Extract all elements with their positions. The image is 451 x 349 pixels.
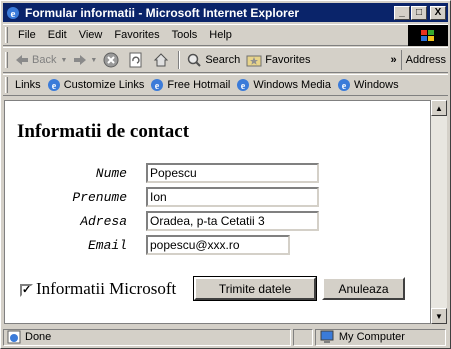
email-label: Email (87, 238, 127, 253)
status-bar: Done My Computer (3, 327, 448, 347)
address-label[interactable]: Address (400, 50, 448, 70)
ie-icon: e (5, 5, 21, 21)
refresh-button[interactable] (125, 49, 150, 71)
svg-text:e: e (11, 8, 16, 20)
page-done-icon (7, 330, 21, 344)
link-label: Windows (354, 79, 399, 91)
forward-button[interactable]: ▼ (70, 49, 100, 71)
informatii-microsoft-checkbox[interactable]: ✓ (20, 284, 33, 297)
home-icon (153, 52, 169, 68)
link-windows[interactable]: e Windows (334, 78, 402, 92)
status-text: Done (25, 331, 52, 343)
link-customize-links[interactable]: e Customize Links (44, 78, 148, 92)
menu-help[interactable]: Help (203, 29, 238, 41)
search-label: Search (205, 54, 241, 66)
scroll-down-button[interactable]: ▼ (431, 308, 447, 324)
link-label: Windows Media (253, 79, 331, 91)
links-bar: Links e Customize Links e Free Hotmail e… (3, 74, 448, 96)
back-button[interactable]: Back ▼ (12, 49, 70, 71)
back-arrow-icon (15, 54, 29, 66)
prenume-input[interactable] (146, 187, 319, 207)
informatii-microsoft-label: Informatii Microsoft (36, 279, 177, 298)
close-button[interactable]: X (430, 5, 446, 20)
zone-panel: My Computer (314, 328, 446, 346)
links-label[interactable]: Links (12, 79, 44, 91)
nume-input[interactable] (146, 163, 319, 183)
link-label: Customize Links (63, 79, 145, 91)
forward-arrow-icon (73, 54, 87, 66)
computer-icon (319, 330, 335, 344)
menu-view[interactable]: View (73, 29, 109, 41)
windows-logo-icon (408, 25, 448, 46)
link-page-icon: e (150, 78, 164, 92)
search-icon (186, 52, 202, 68)
window-title: Formular informatii - Microsoft Internet… (25, 5, 300, 20)
submit-button[interactable]: Trimite datele (193, 276, 317, 301)
adresa-label: Adresa (80, 214, 127, 229)
stop-icon (103, 52, 119, 68)
maximize-button[interactable]: □ (411, 5, 427, 20)
toolbar-grip (5, 77, 8, 93)
svg-text:e: e (155, 81, 160, 92)
nume-label: Nume (95, 166, 127, 181)
svg-text:e: e (342, 81, 347, 92)
menu-favorites[interactable]: Favorites (108, 29, 165, 41)
vertical-scrollbar[interactable]: ▲ ▼ (431, 100, 447, 324)
menu-file[interactable]: File (12, 29, 42, 41)
toolbar-separator (178, 51, 181, 69)
menu-tools[interactable]: Tools (166, 29, 204, 41)
home-button[interactable] (150, 49, 175, 71)
zone-text: My Computer (338, 331, 405, 343)
link-label: Free Hotmail (167, 79, 231, 91)
minimize-button[interactable]: _ (394, 5, 410, 20)
toolbar-grip (5, 52, 8, 68)
svg-text:e: e (51, 81, 56, 92)
link-page-icon: e (47, 78, 61, 92)
back-label: Back (32, 54, 57, 66)
menu-bar: File Edit View Favorites Tools Help (3, 24, 448, 46)
link-free-hotmail[interactable]: e Free Hotmail (147, 78, 233, 92)
browser-window: e Formular informatii - Microsoft Intern… (0, 0, 451, 349)
toolbar-grip (5, 27, 8, 43)
status-panel: Done (3, 328, 291, 346)
stop-button[interactable] (100, 49, 125, 71)
search-button[interactable]: Search (183, 49, 243, 71)
menu-edit[interactable]: Edit (42, 29, 73, 41)
email-input[interactable] (146, 235, 290, 255)
title-bar: e Formular informatii - Microsoft Intern… (3, 3, 448, 22)
adresa-input[interactable] (146, 211, 319, 231)
favorites-button[interactable]: Favorites (243, 49, 313, 71)
link-page-icon: e (236, 78, 250, 92)
prenume-label: Prenume (72, 190, 127, 205)
svg-text:e: e (241, 81, 246, 92)
link-page-icon: e (337, 78, 351, 92)
standard-toolbar: Back ▼ ▼ Search Favorites » Address (3, 47, 448, 73)
page-heading: Informatii de contact (17, 121, 190, 142)
toolbar-chevron[interactable]: » (391, 54, 401, 66)
refresh-icon (128, 52, 144, 68)
favorites-label: Favorites (265, 54, 311, 66)
reset-button[interactable]: Anuleaza (322, 277, 405, 300)
scroll-up-button[interactable]: ▲ (431, 100, 447, 116)
favorites-icon (246, 52, 262, 68)
page-content: Informatii de contact Nume Prenume Adres… (4, 100, 431, 324)
link-windows-media[interactable]: e Windows Media (233, 78, 334, 92)
status-panel (293, 328, 313, 346)
